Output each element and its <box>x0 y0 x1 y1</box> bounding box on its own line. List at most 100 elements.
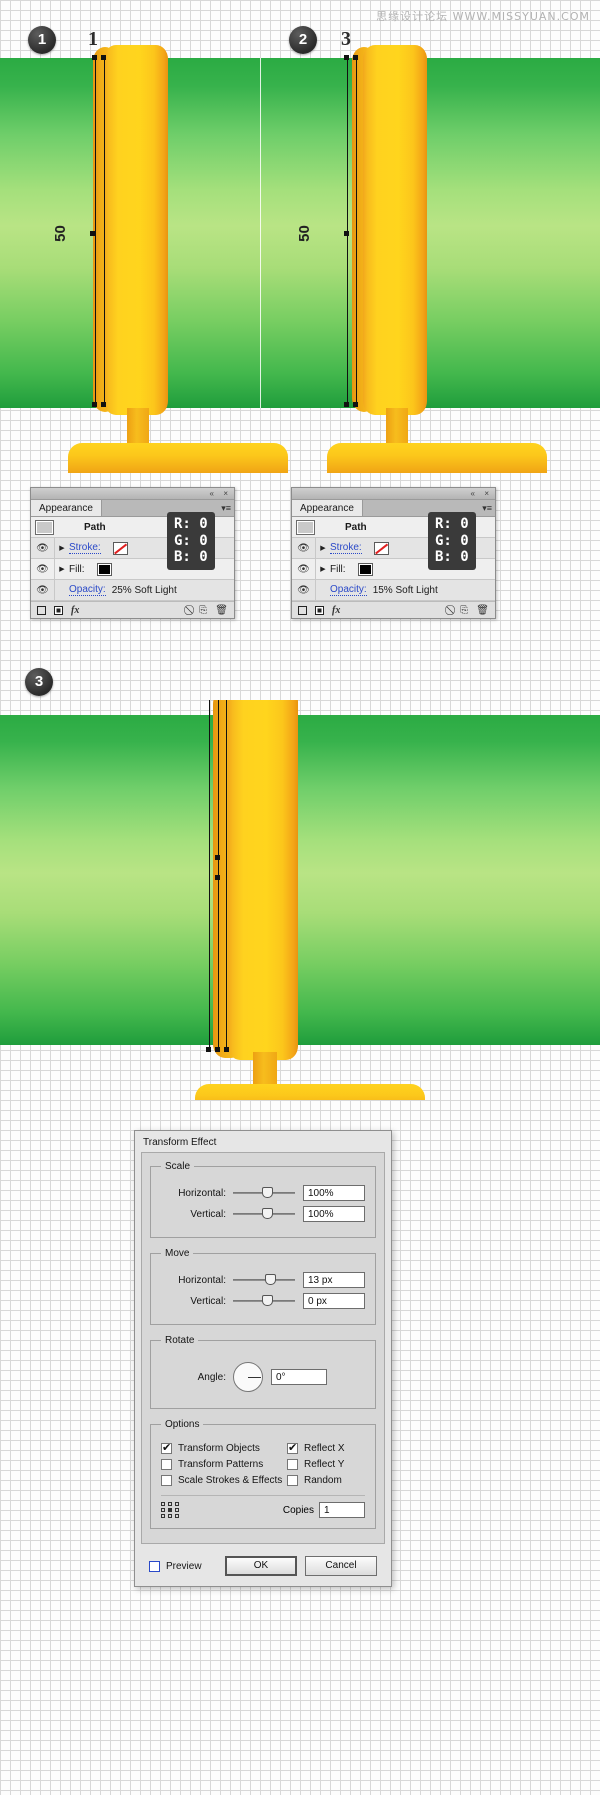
panel-footer[interactable]: fx ⃠ ⎘ 🗑 <box>292 601 495 618</box>
checkbox-transform-patterns[interactable]: Transform Patterns <box>161 1459 287 1470</box>
checkbox-preview[interactable]: Preview <box>149 1560 202 1572</box>
new-stroke-icon[interactable] <box>54 605 63 615</box>
stroke-swatch-none[interactable] <box>373 541 389 555</box>
close-icon[interactable]: × <box>484 489 489 498</box>
scale-horizontal-row[interactable]: Horizontal: 100% <box>161 1185 365 1201</box>
scale-vertical-input[interactable]: 100% <box>303 1206 365 1222</box>
checkbox-icon[interactable] <box>161 1441 172 1454</box>
copies-input[interactable]: 1 <box>319 1502 365 1518</box>
transform-effect-dialog[interactable]: Transform Effect Scale Horizontal: 100% … <box>134 1130 392 1587</box>
expand-triangle-icon[interactable]: ▶ <box>55 565 69 573</box>
anchor-point[interactable] <box>353 402 358 407</box>
duplicate-icon[interactable]: ⎘ <box>460 605 468 616</box>
stroke-label[interactable]: Stroke: <box>330 542 362 554</box>
checkbox-transform-objects[interactable]: Transform Objects <box>161 1441 287 1454</box>
checkbox-icon[interactable] <box>149 1560 160 1572</box>
panel-titlebar[interactable]: « × <box>292 488 495 500</box>
move-horizontal-slider[interactable] <box>233 1274 295 1286</box>
rotate-angle-row[interactable]: Angle: 0° <box>161 1359 365 1393</box>
anchor-point[interactable] <box>92 55 97 60</box>
anchor-point-mid[interactable] <box>344 231 349 236</box>
angle-dial[interactable] <box>233 1362 263 1392</box>
anchor-point-mid[interactable] <box>215 855 220 860</box>
anchor-point[interactable] <box>101 402 106 407</box>
anchor-point[interactable] <box>206 1047 211 1052</box>
fx-icon[interactable]: fx <box>71 605 79 616</box>
checkbox-icon[interactable] <box>161 1459 172 1470</box>
delete-icon[interactable]: 🗑 <box>215 605 228 616</box>
checkbox-icon[interactable] <box>287 1459 298 1470</box>
fill-label[interactable]: Fill: <box>330 564 346 575</box>
opacity-label[interactable]: Opacity: <box>69 584 106 596</box>
slider-thumb[interactable] <box>261 1295 273 1306</box>
anchor-point[interactable] <box>224 1047 229 1052</box>
move-vertical-row[interactable]: Vertical: 0 px <box>161 1293 365 1309</box>
visibility-eye-icon[interactable]: 👁 <box>31 538 55 558</box>
anchor-point-mid[interactable] <box>215 875 220 880</box>
visibility-eye-icon[interactable]: 👁 <box>31 580 55 600</box>
duplicate-icon[interactable]: ⎘ <box>199 605 207 616</box>
fx-icon[interactable]: fx <box>332 605 340 616</box>
checkbox-random[interactable]: Random <box>287 1475 365 1486</box>
expand-triangle-icon[interactable]: ▶ <box>55 544 69 552</box>
new-fill-icon[interactable] <box>37 605 46 615</box>
scale-vertical-slider[interactable] <box>233 1208 295 1220</box>
collapse-icon[interactable]: « <box>471 489 475 498</box>
new-fill-icon[interactable] <box>298 605 307 615</box>
checkbox-reflect-x[interactable]: Reflect X <box>287 1441 365 1454</box>
visibility-eye-icon[interactable]: 👁 <box>292 538 316 558</box>
new-stroke-icon[interactable] <box>315 605 324 615</box>
anchor-point[interactable] <box>344 402 349 407</box>
checkbox-reflect-y[interactable]: Reflect Y <box>287 1459 365 1470</box>
checkbox-scale-strokes-effects[interactable]: Scale Strokes & Effects <box>161 1475 287 1486</box>
visibility-eye-icon[interactable]: 👁 <box>292 580 316 600</box>
move-horizontal-row[interactable]: Horizontal: 13 px <box>161 1272 365 1288</box>
move-vertical-input[interactable]: 0 px <box>303 1293 365 1309</box>
scale-vertical-row[interactable]: Vertical: 100% <box>161 1206 365 1222</box>
anchor-point[interactable] <box>344 55 349 60</box>
checkbox-icon[interactable] <box>287 1441 298 1454</box>
move-horizontal-input[interactable]: 13 px <box>303 1272 365 1288</box>
anchor-point[interactable] <box>353 55 358 60</box>
panel-titlebar[interactable]: « × <box>31 488 234 500</box>
copies-row[interactable]: Copies 1 <box>161 1495 365 1518</box>
move-vertical-slider[interactable] <box>233 1295 295 1307</box>
tab-appearance[interactable]: Appearance <box>31 500 102 516</box>
expand-triangle-icon[interactable]: ▶ <box>316 565 330 573</box>
angle-input[interactable]: 0° <box>271 1369 327 1385</box>
anchor-point-mid[interactable] <box>90 231 95 236</box>
cancel-button[interactable]: Cancel <box>305 1556 377 1576</box>
anchor-point[interactable] <box>101 55 106 60</box>
appearance-row-opacity[interactable]: 👁 Opacity: 15% Soft Light <box>292 580 495 601</box>
tab-appearance[interactable]: Appearance <box>292 500 363 516</box>
collapse-icon[interactable]: « <box>210 489 214 498</box>
anchor-point[interactable] <box>92 402 97 407</box>
anchor-point[interactable] <box>215 1047 220 1052</box>
slider-thumb[interactable] <box>265 1274 277 1285</box>
appearance-row-opacity[interactable]: 👁 Opacity: 25% Soft Light <box>31 580 234 601</box>
opacity-label[interactable]: Opacity: <box>330 584 367 596</box>
checkbox-icon[interactable] <box>287 1475 298 1486</box>
scale-horizontal-input[interactable]: 100% <box>303 1185 365 1201</box>
panel-footer[interactable]: fx ⃠ ⎘ 🗑 <box>31 601 234 618</box>
visibility-eye-icon[interactable]: 👁 <box>292 559 316 579</box>
close-icon[interactable]: × <box>223 489 228 498</box>
expand-triangle-icon[interactable]: ▶ <box>316 544 330 552</box>
yellow-bar-bottom <box>228 700 298 1060</box>
slider-thumb[interactable] <box>261 1187 273 1198</box>
panel-menu-icon[interactable]: ▾≡ <box>482 503 492 514</box>
panel-menu-icon[interactable]: ▾≡ <box>221 503 231 514</box>
fill-label[interactable]: Fill: <box>69 564 85 575</box>
visibility-eye-icon[interactable]: 👁 <box>31 559 55 579</box>
scale-horizontal-slider[interactable] <box>233 1187 295 1199</box>
ok-button[interactable]: OK <box>225 1556 297 1576</box>
reference-point-icon[interactable] <box>161 1502 180 1518</box>
fill-swatch-black[interactable] <box>357 562 373 576</box>
stroke-swatch-none[interactable] <box>112 541 128 555</box>
delete-icon[interactable]: 🗑 <box>476 605 489 616</box>
fill-swatch-black[interactable] <box>96 562 112 576</box>
slider-thumb[interactable] <box>261 1208 273 1219</box>
copies-field[interactable]: Copies 1 <box>283 1502 365 1518</box>
checkbox-icon[interactable] <box>161 1475 172 1486</box>
stroke-label[interactable]: Stroke: <box>69 542 101 554</box>
